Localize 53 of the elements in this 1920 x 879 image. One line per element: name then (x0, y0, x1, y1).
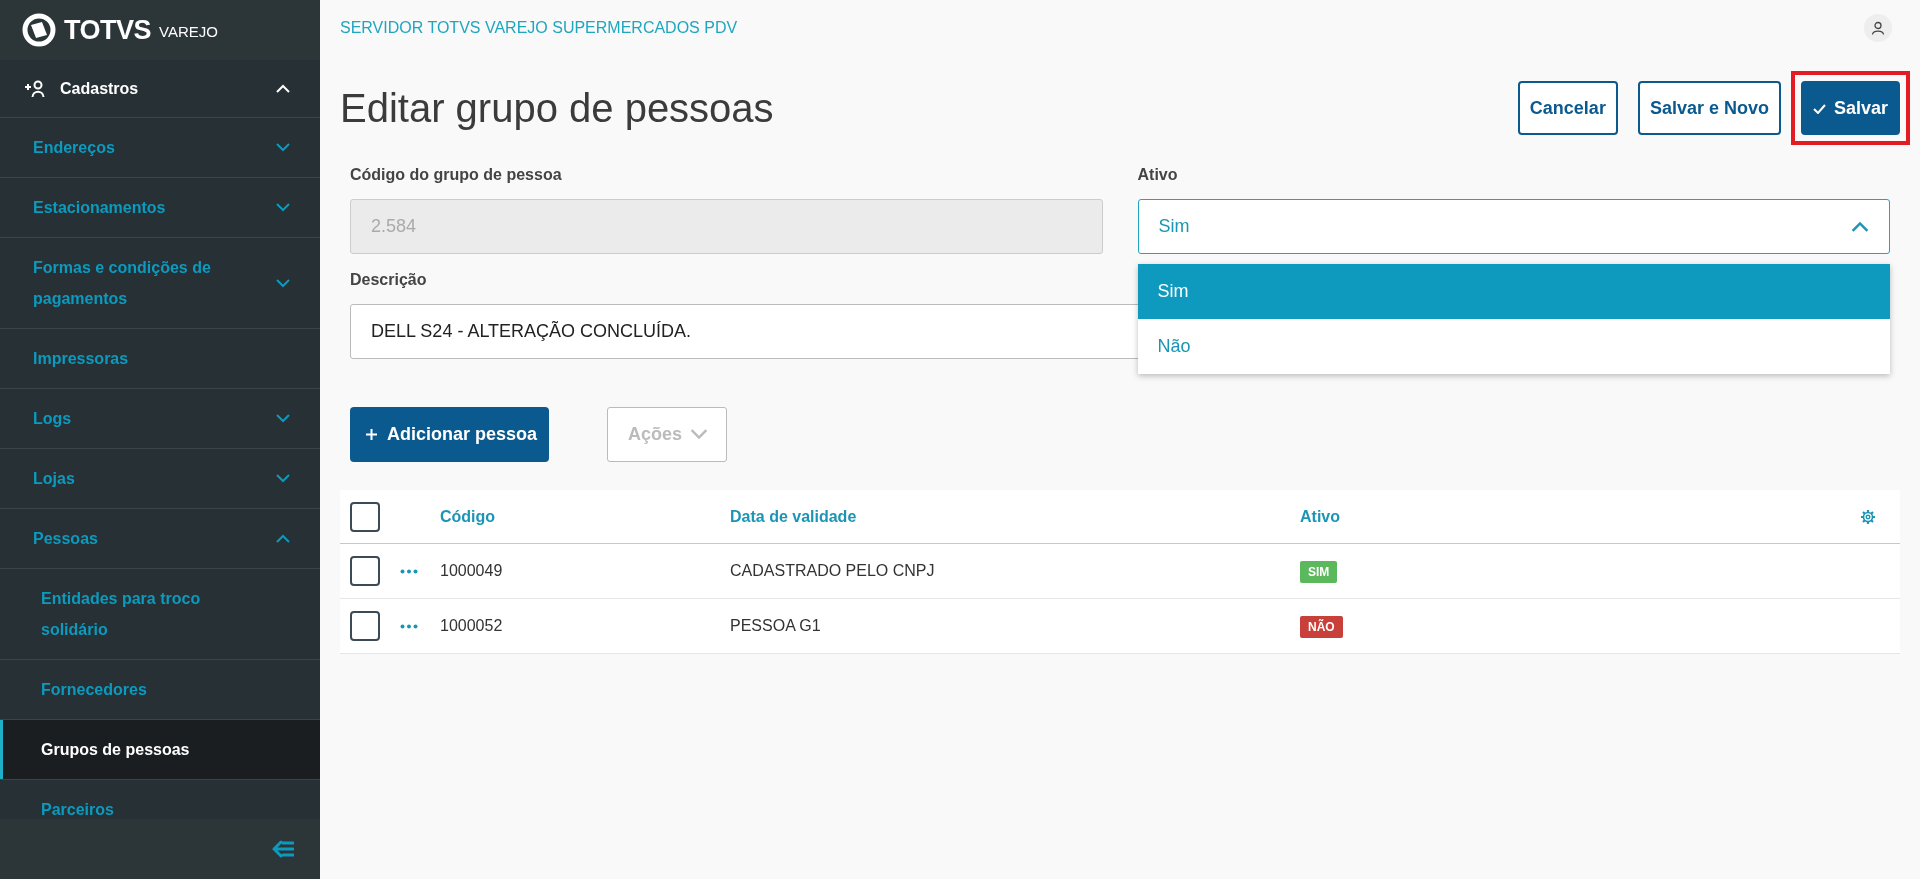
logo-subtext: VAREJO (159, 21, 218, 42)
menu-item[interactable]: Impressoras (0, 329, 320, 389)
action-button[interactable]: Salvar e Novo (1637, 81, 1781, 135)
menu-item[interactable]: Lojas (0, 449, 320, 509)
menu-item[interactable]: Logs (0, 389, 320, 449)
menu-item[interactable]: Grupos de pessoas (0, 720, 320, 780)
collapse-icon (276, 84, 290, 93)
field-label: Código do grupo de pessoa (350, 165, 562, 185)
expand-icon (276, 143, 290, 152)
field-label: Descrição (350, 270, 427, 290)
checkbox[interactable] (350, 501, 380, 532)
column-header[interactable]: Data de validade (730, 504, 1300, 529)
status-tag: SIM (1300, 561, 1338, 583)
checkbox[interactable] (350, 556, 380, 586)
table-cell-text: 1000049 (440, 561, 504, 581)
column-header[interactable]: Código (440, 504, 730, 529)
check-icon (1812, 103, 1826, 114)
table-cell-text: CADASTRADO PELO CNPJ (730, 561, 936, 581)
settings-icon[interactable] (1860, 509, 1876, 526)
page-title: Editar grupo de pessoas (340, 85, 774, 132)
menu-item[interactable]: Entidades para troco solidário (0, 569, 320, 660)
expand-icon (276, 278, 290, 288)
collapse-icon (276, 534, 290, 543)
server-name: SERVIDOR TOTVS VAREJO SUPERMERCADOS PDV (340, 18, 738, 38)
select-field[interactable]: Sim (1137, 199, 1890, 254)
more-options-icon[interactable] (400, 624, 418, 630)
table-cell-text: 1000052 (440, 616, 504, 636)
table-cell-text: PESSOA G1 (730, 616, 822, 636)
menu-item[interactable]: Formas e condições de pagamentos (0, 238, 320, 329)
expand-icon (276, 203, 290, 212)
plus-icon (366, 429, 377, 440)
status-tag: NÃO (1300, 616, 1343, 638)
logo-icon (22, 13, 56, 47)
field-label: Ativo (1137, 165, 1178, 185)
dropdown-option[interactable]: Sim (1137, 264, 1890, 319)
column-header[interactable]: Ativo (1300, 504, 1860, 529)
menu-item[interactable]: Pessoas (0, 509, 320, 569)
add-person-button[interactable]: Adicionar pessoa (350, 407, 550, 462)
logo-text: TOTVS (64, 13, 152, 47)
action-button[interactable]: Cancelar (1517, 81, 1618, 135)
save-button[interactable]: Salvar (1800, 81, 1900, 135)
caret-icon (690, 429, 709, 440)
menu-item[interactable]: Cadastros (0, 60, 320, 118)
expand-icon (276, 474, 290, 483)
expand-icon (276, 414, 290, 423)
user-avatar-icon[interactable] (1864, 14, 1892, 42)
checkbox[interactable] (350, 611, 380, 641)
more-options-icon[interactable] (400, 569, 418, 575)
collapse-menu-icon[interactable] (272, 840, 294, 858)
menu-item[interactable]: Endereços (0, 118, 320, 178)
add-person-icon (24, 79, 46, 98)
menu-item[interactable]: Estacionamentos (0, 178, 320, 238)
caret-icon (1851, 221, 1869, 232)
